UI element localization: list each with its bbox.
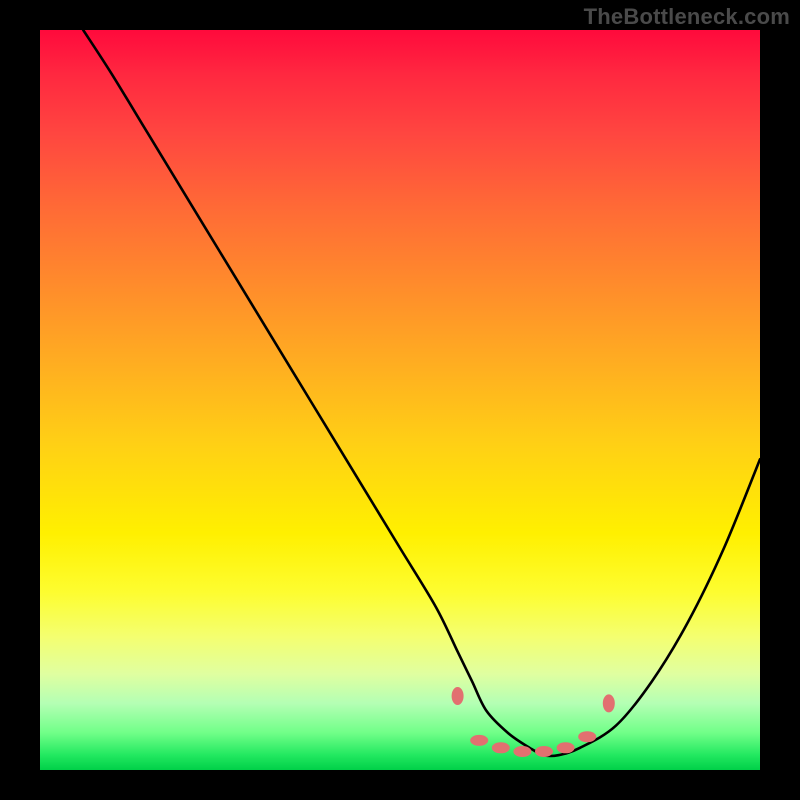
watermark-text: TheBottleneck.com [584,4,790,30]
floor-marker [535,746,553,757]
floor-marker [452,687,464,705]
bottleneck-curve-line [83,30,760,756]
bottleneck-curve-svg [40,30,760,770]
floor-marker [470,735,488,746]
floor-marker [492,742,510,753]
plot-area [40,30,760,770]
floor-marker [513,746,531,757]
floor-marker [557,742,575,753]
chart-frame: TheBottleneck.com [0,0,800,800]
floor-marker [578,731,596,742]
floor-marker [603,694,615,712]
floor-markers [452,687,615,757]
